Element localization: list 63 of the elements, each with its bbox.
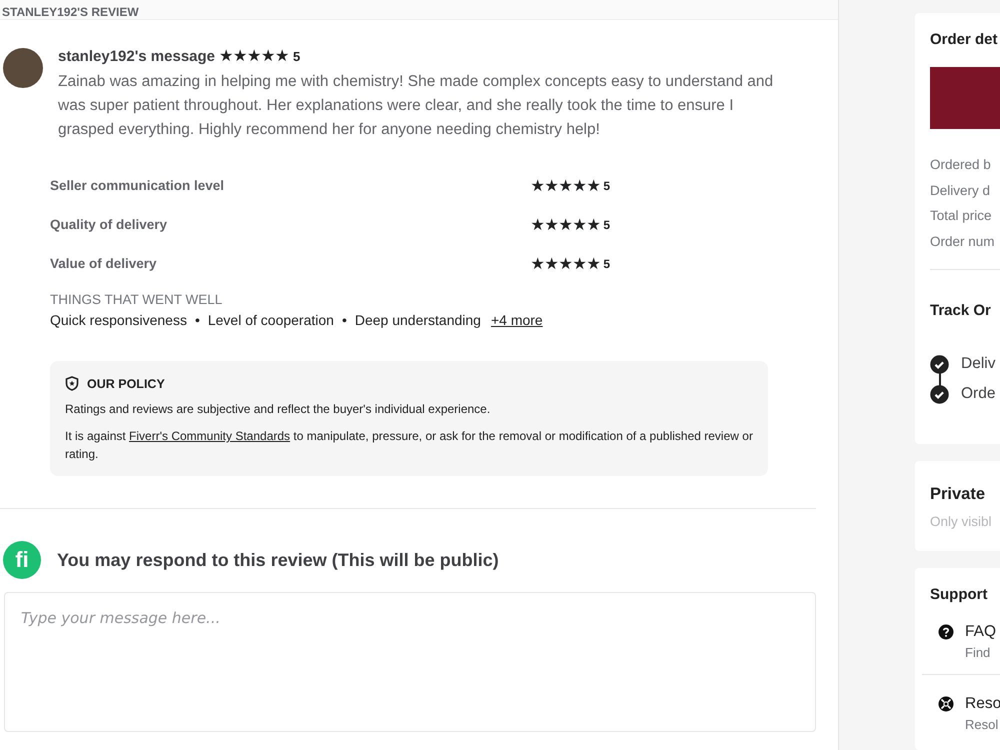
author-message-title: stanley192's message: [58, 48, 216, 64]
quality-tag: Quick responsiveness: [50, 312, 187, 328]
card-title: Order det: [930, 31, 999, 48]
policy-text: It is against Fiverr's Community Standards to manipulate, pressure, or ask for the removal or modification of a published review or rating.: [65, 428, 753, 463]
support-subtitle: Find: [965, 645, 992, 660]
star-icon: ★: [544, 214, 558, 234]
star-icon: ★: [530, 176, 544, 196]
review-text: Zainab was amazing in helping me with chemistry! She made complex concepts easy to understand and was super patient throughout. Her explanations were clear, and she really took the time to ensure I grasped everything. Highly recommend her for anyone needing chemistry help!: [58, 72, 774, 140]
star-icon: ★: [233, 46, 248, 66]
quality-tag: Level of cooperation: [208, 312, 334, 328]
respond-title: You may respond to this review (This will be public): [57, 550, 499, 570]
card-title: Track Or: [930, 302, 992, 319]
rating-label: Value of delivery: [50, 256, 157, 271]
star-icon: ★: [572, 176, 586, 196]
support-subtitle: Resol: [965, 717, 1000, 732]
support-link[interactable]: FAQ: [965, 623, 996, 641]
more-link[interactable]: +4 more: [490, 312, 543, 328]
order-field-label: Order num: [930, 234, 996, 250]
track-step-label: Deliv: [961, 355, 996, 373]
rating-label: Seller communication level: [50, 178, 224, 193]
card-subtitle: Only visibl: [930, 514, 993, 529]
star-icon: ★: [586, 176, 600, 196]
star-icon: ★: [247, 46, 262, 66]
lifebuoy-icon: [938, 696, 954, 712]
policy-text: Ratings and reviews are subjective and reflect the buyer's individual experience.: [65, 401, 492, 418]
question-icon: [938, 624, 954, 640]
star-icon: ★: [530, 254, 544, 274]
star-icon: ★: [586, 254, 600, 274]
star-icon: ★: [544, 254, 558, 274]
star-icon: ★: [572, 214, 586, 234]
review-title: STANLEY192'S REVIEW: [2, 6, 139, 18]
rating-label: Quality of delivery: [50, 217, 168, 232]
track-step-label: Orde: [961, 385, 996, 403]
star-icon: ★: [530, 214, 544, 234]
shield-icon: [65, 376, 79, 391]
card-title: Private: [930, 485, 986, 504]
star-icon: ★: [275, 46, 290, 66]
rating-score: 5: [603, 256, 610, 270]
star-icon: ★: [261, 46, 276, 66]
community-standards-link[interactable]: Fiverr's Community Standards: [129, 429, 290, 443]
section-title: THINGS THAT WENT WELL: [50, 292, 224, 307]
star-icon: ★: [572, 254, 586, 274]
order-field-label: Ordered b: [930, 157, 992, 174]
star-icon: ★: [558, 176, 572, 196]
star-icon: ★: [586, 214, 600, 234]
logo-badge: fi: [3, 541, 41, 579]
rating-score: 5: [293, 48, 300, 64]
star-icon: ★: [558, 214, 572, 234]
card-title: Support: [930, 586, 988, 603]
rating-score: 5: [603, 178, 610, 192]
order-field-label: Total price: [930, 208, 993, 225]
star-icon: ★: [544, 176, 558, 196]
bullet-separator: •: [342, 312, 347, 328]
star-icon: ★: [219, 46, 234, 66]
avatar: [3, 48, 43, 88]
star-icon: ★: [558, 254, 572, 274]
order-field-label: Delivery d: [930, 182, 992, 200]
response-input-field[interactable]: Type your message here...: [4, 592, 816, 732]
bullet-separator: •: [194, 312, 200, 328]
rating-score: 5: [603, 218, 610, 232]
photo-placeholder: [930, 67, 1000, 129]
quality-tag: Deep understanding: [354, 312, 481, 328]
policy-title: OUR POLICY: [87, 376, 165, 390]
